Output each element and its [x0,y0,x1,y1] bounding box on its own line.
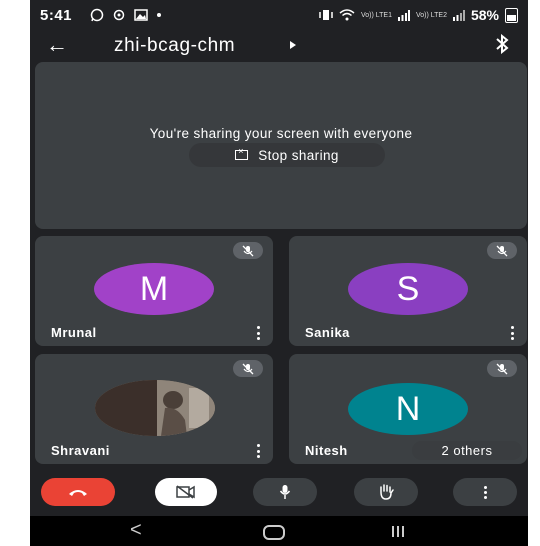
participant-tile[interactable]: M Mrunal [35,236,273,346]
participant-menu-icon[interactable] [256,326,260,340]
microphone-button[interactable] [253,478,317,506]
end-call-button[interactable] [41,478,115,506]
stop-sharing-button[interactable]: Stop sharing [189,143,385,167]
raise-hand-button[interactable] [354,478,418,506]
more-options-button[interactable] [453,478,517,506]
meeting-code[interactable]: zhi-bcag-chm [114,35,235,57]
nav-recent-apps-icon[interactable] [392,526,404,537]
back-arrow-icon[interactable]: ← [46,34,68,56]
battery-icon [505,7,518,23]
participant-avatar: N [348,383,468,435]
camera-toggle-button[interactable] [155,478,217,506]
muted-mic-icon [487,242,517,259]
meeting-details-caret-icon[interactable] [290,41,296,49]
others-count-chip[interactable]: 2 others [412,441,522,460]
participant-tile[interactable]: N Nitesh 2 others [289,354,527,464]
signal-icon [397,9,410,21]
whatsapp-icon [90,8,104,22]
phone-screen: 5:41 Vo)) LTE1 Vo)) LTE2 58% ← zhi-bcag-… [30,0,528,546]
notification-icons [90,8,161,22]
camera-off-icon [176,485,195,499]
nav-home-icon[interactable] [263,525,285,540]
participant-menu-icon[interactable] [510,326,514,340]
participant-avatar: M [94,263,214,315]
participant-photo-avatar [95,380,215,436]
participant-name: Shravani [51,443,110,458]
bluetooth-audio-icon[interactable] [494,34,510,54]
stop-sharing-icon [235,146,249,160]
screen-share-panel: You're sharing your screen with everyone… [35,62,527,229]
end-call-icon [69,490,87,496]
participant-name: Nitesh [305,443,348,458]
call-controls [30,470,528,516]
location-icon [113,9,125,21]
signal-icon-2 [452,9,465,21]
microphone-icon [279,485,291,499]
status-right: Vo)) LTE1 Vo)) LTE2 58% [319,7,518,23]
participant-tile[interactable]: Shravani [35,354,273,464]
notification-dot-icon [157,13,161,17]
muted-mic-icon [233,360,263,377]
meeting-header: ← zhi-bcag-chm [30,32,528,60]
muted-mic-icon [487,360,517,377]
participant-name: Mrunal [51,325,97,340]
sharing-message: You're sharing your screen with everyone [149,126,413,141]
status-time: 5:41 [40,7,73,24]
network-label-2: Vo)) LTE2 [415,11,447,19]
vibrate-icon [319,10,333,20]
participant-menu-icon[interactable] [256,444,260,458]
wifi-icon [339,9,355,21]
status-bar: 5:41 Vo)) LTE1 Vo)) LTE2 58% [30,0,528,32]
raise-hand-icon [380,484,394,500]
system-navigation-bar: < [30,516,528,546]
muted-mic-icon [233,242,263,259]
participant-name: Sanika [305,325,350,340]
more-options-icon [483,485,487,499]
gallery-icon [134,9,148,21]
network-label-1: Vo)) LTE1 [360,11,392,19]
battery-percent: 58% [470,7,499,23]
nav-back-icon[interactable]: < [130,519,142,542]
participant-avatar: S [348,263,468,315]
stop-sharing-label: Stop sharing [258,147,339,163]
participant-tile[interactable]: S Sanika [289,236,527,346]
